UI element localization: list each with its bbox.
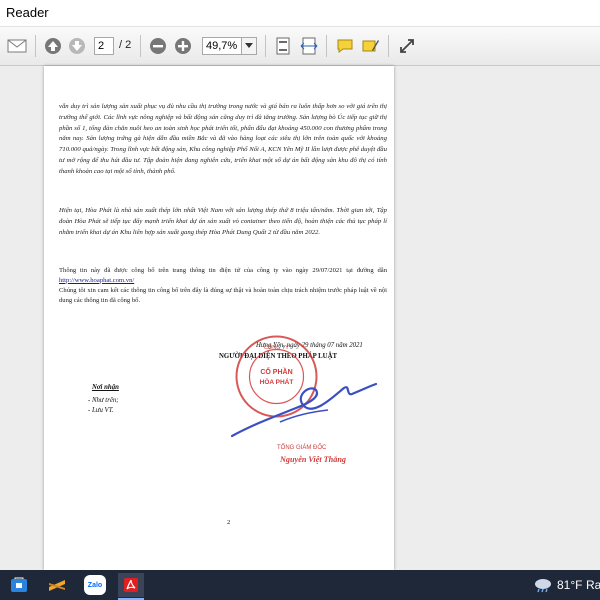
comment-icon[interactable] xyxy=(334,36,356,56)
chevron-down-icon xyxy=(245,43,253,48)
weather-icon[interactable] xyxy=(530,573,556,597)
store-icon[interactable] xyxy=(6,573,32,597)
doc-paragraph-3: Thông tin này đã được công bố trên trang… xyxy=(59,266,387,285)
weather-condition[interactable]: Rai xyxy=(586,578,600,592)
recipient-item: - Lưu VT. xyxy=(88,407,114,414)
signer-name: Nguyễn Việt Thắng xyxy=(280,455,346,464)
zoom-input[interactable] xyxy=(202,37,242,55)
page-up-icon[interactable] xyxy=(42,36,64,56)
doc-paragraph-4: Chúng tôi xin cam kết các thông tin công… xyxy=(59,287,387,304)
toolbar-separator xyxy=(388,35,389,57)
sublime-icon[interactable] xyxy=(44,573,70,597)
doc-paragraph-1: vẫn duy trì sản lượng sản xuất phục vụ đ… xyxy=(59,103,387,175)
zoom-out-icon[interactable] xyxy=(147,36,169,56)
handwritten-signature xyxy=(224,366,384,446)
zoom-dropdown[interactable] xyxy=(241,37,257,55)
window-titlebar: Reader xyxy=(0,0,600,27)
taskbar: Zalo 81°F Rai xyxy=(0,570,600,600)
page-down-icon[interactable] xyxy=(66,36,88,56)
mail-icon[interactable] xyxy=(6,36,28,56)
doc-paragraph-2: Hiện tại, Hòa Phát là nhà sản xuất thép … xyxy=(59,207,387,236)
zoom-in-icon[interactable] xyxy=(172,36,194,56)
zalo-label: Zalo xyxy=(87,581,103,589)
fullscreen-icon[interactable] xyxy=(396,36,418,56)
toolbar-separator xyxy=(35,35,36,57)
toolbar-separator xyxy=(140,35,141,57)
company-website-link[interactable]: http://www.hoaphat.com.vn/ xyxy=(59,277,134,284)
toolbar-separator xyxy=(265,35,266,57)
signer-role: TỔNG GIÁM ĐỐC xyxy=(277,445,327,451)
fit-page-icon[interactable] xyxy=(272,36,294,56)
toolbar: / 2 xyxy=(0,27,600,66)
page-number-label: 2 xyxy=(227,519,231,526)
window-title: Reader xyxy=(6,5,49,20)
toolbar-separator xyxy=(326,35,327,57)
pdf-reader-icon[interactable] xyxy=(118,573,144,597)
page-number-input[interactable] xyxy=(94,37,114,55)
recipient-item: - Như trên; xyxy=(88,397,119,404)
weather-temperature[interactable]: 81°F xyxy=(557,578,582,592)
recipients-title: Nơi nhận xyxy=(92,384,119,391)
page-total: / 2 xyxy=(119,39,132,51)
pdf-page: vẫn duy trì sản lượng sản xuất phục vụ đ… xyxy=(44,66,394,570)
fit-width-icon[interactable] xyxy=(298,36,320,56)
svg-text:CÔNG TY: CÔNG TY xyxy=(264,344,289,351)
doc-paragraph-3-text: Thông tin này đã được công bố trên trang… xyxy=(59,267,387,274)
highlight-icon[interactable] xyxy=(360,36,382,56)
zalo-icon[interactable]: Zalo xyxy=(82,573,108,597)
